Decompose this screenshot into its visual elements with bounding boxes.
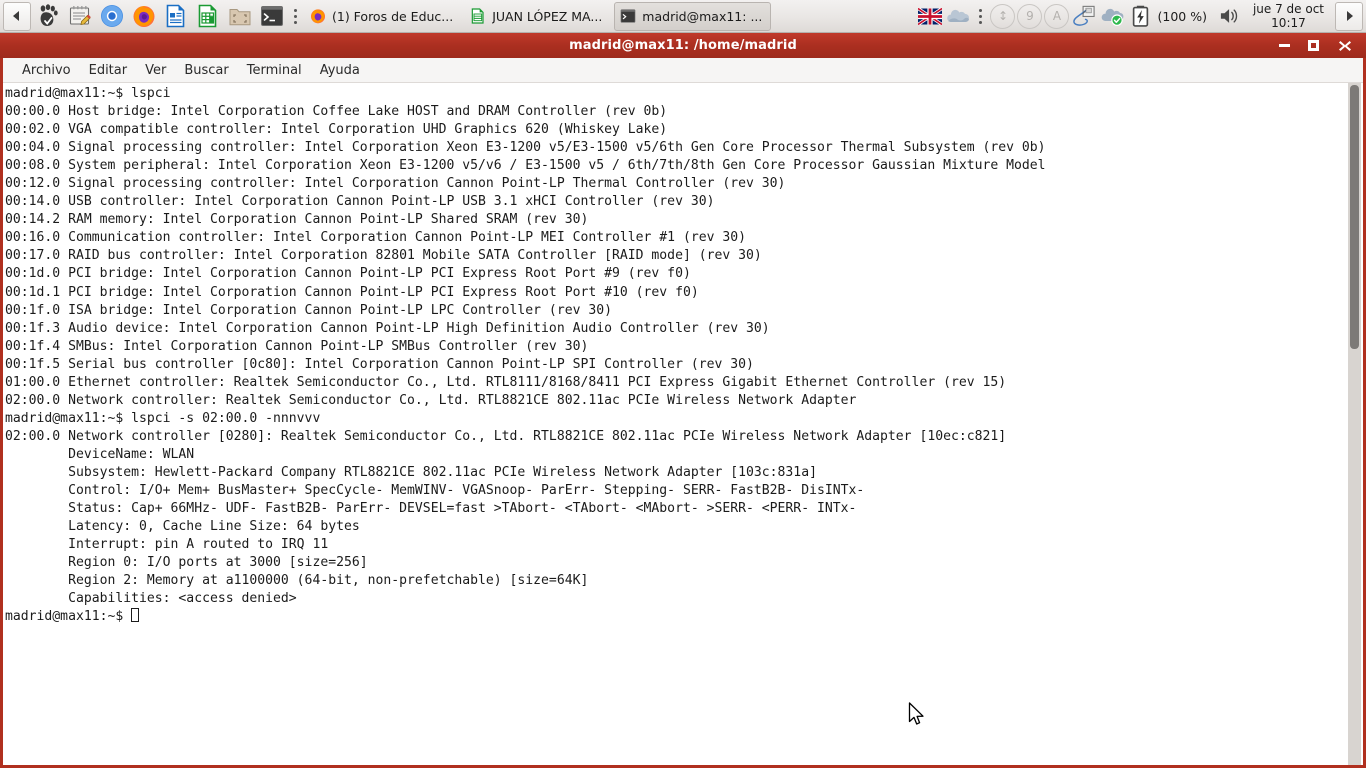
maximize-icon xyxy=(1308,40,1319,51)
terminal-cursor xyxy=(131,608,140,623)
launcher-file-manager[interactable] xyxy=(225,1,255,31)
maximize-button[interactable] xyxy=(1305,37,1322,54)
cloud-ok-icon xyxy=(1102,8,1124,26)
clock-time: 10:17 xyxy=(1271,16,1306,30)
menu-ver[interactable]: Ver xyxy=(136,61,175,80)
minimize-button[interactable] xyxy=(1276,37,1293,54)
close-icon xyxy=(1338,40,1351,51)
firefox-icon xyxy=(133,6,155,27)
flag-uk-icon xyxy=(918,7,943,25)
chromium-icon xyxy=(101,5,123,27)
window-button-firefox-label: (1) Foros de Educ... xyxy=(332,8,454,24)
terminal-icon xyxy=(261,6,283,26)
launcher-chromium[interactable] xyxy=(97,1,127,31)
terminal-icon xyxy=(620,9,636,23)
cloud-icon xyxy=(947,9,970,22)
menubar: Archivo Editar Ver Buscar Terminal Ayuda xyxy=(3,58,1363,83)
window-button-calc[interactable]: JUAN LÓPEZ MA... xyxy=(465,3,610,30)
volume-icon xyxy=(1220,9,1238,23)
launcher-terminal[interactable] xyxy=(257,1,287,31)
titlebar[interactable]: madrid@max11: /home/madrid xyxy=(0,33,1366,58)
menu-buscar[interactable]: Buscar xyxy=(175,61,237,80)
window-title: madrid@max11: /home/madrid xyxy=(569,38,797,53)
scrollbar-thumb[interactable] xyxy=(1350,85,1359,349)
battery-charging-icon xyxy=(1132,5,1149,27)
accessibility-indicator[interactable]: A xyxy=(1044,3,1070,29)
libreoffice-writer-icon xyxy=(166,4,185,28)
network-activity-indicator[interactable]: ↕ xyxy=(990,3,1016,29)
minimize-icon xyxy=(1279,44,1290,47)
show-desktop-button[interactable] xyxy=(3,1,31,31)
menu-editar[interactable]: Editar xyxy=(80,61,137,80)
window-button-calc-label: JUAN LÓPEZ MA... xyxy=(492,8,603,24)
right-arrow-icon xyxy=(1347,11,1353,21)
accessibility-glyph: A xyxy=(1052,9,1062,23)
menu-archivo[interactable]: Archivo xyxy=(13,61,80,80)
close-button[interactable] xyxy=(1336,37,1353,54)
folder-icon xyxy=(229,9,251,26)
launcher-gnome[interactable] xyxy=(33,1,63,31)
menu-terminal[interactable]: Terminal xyxy=(238,61,311,80)
terminal-body[interactable]: madrid@max11:~$ lspci 00:00.0 Host bridg… xyxy=(3,83,1363,765)
terminal-prompt: madrid@max11:~$ xyxy=(5,609,132,625)
window-button-terminal-label: madrid@max11: ... xyxy=(642,8,763,24)
text-editor-icon xyxy=(69,6,91,25)
terminal-scrollback: madrid@max11:~$ lspci 00:00.0 Host bridg… xyxy=(5,86,1046,607)
libreoffice-calc-icon xyxy=(198,4,217,28)
firefox-icon xyxy=(311,9,325,24)
system-tray: ↕ 9 A (100 %) jue 7 de oct 10:17 xyxy=(917,0,1364,33)
libreoffice-calc-icon xyxy=(471,8,484,24)
taskbar-handle[interactable] xyxy=(292,4,299,28)
network-activity-glyph: ↕ xyxy=(997,9,1009,23)
window-button-terminal[interactable]: madrid@max11: ... xyxy=(614,1,772,31)
scrollbar-track[interactable] xyxy=(1348,83,1361,765)
cloud-sync-indicator[interactable] xyxy=(1099,3,1125,29)
keyboard-layout-indicator[interactable] xyxy=(917,3,943,29)
battery-indicator[interactable] xyxy=(1127,3,1153,29)
gnome-foot-icon xyxy=(40,4,58,26)
taskbar: (1) Foros de Educ... JUAN LÓPEZ MA... ma… xyxy=(0,0,1366,33)
clock[interactable]: jue 7 de oct 10:17 xyxy=(1245,2,1332,30)
pen-tablet-icon xyxy=(1073,5,1096,26)
launcher-text-editor[interactable] xyxy=(65,1,95,31)
volume-indicator[interactable] xyxy=(1217,3,1243,29)
tray-expand-button[interactable] xyxy=(1335,1,1363,31)
window-button-firefox[interactable]: (1) Foros de Educ... xyxy=(305,3,461,30)
launcher-libreoffice-calc[interactable] xyxy=(193,1,223,31)
battery-percent-label: (100 %) xyxy=(1157,8,1207,24)
launcher-libreoffice-writer[interactable] xyxy=(161,1,191,31)
terminal-window: madrid@max11: /home/madrid Archivo Edita… xyxy=(0,33,1366,768)
notification-count-indicator[interactable]: 9 xyxy=(1017,3,1043,29)
menu-ayuda[interactable]: Ayuda xyxy=(311,61,369,80)
left-arrow-icon xyxy=(13,11,19,21)
pen-tablet-indicator[interactable] xyxy=(1071,3,1097,29)
clock-date: jue 7 de oct xyxy=(1252,2,1324,16)
terminal-output: madrid@max11:~$ lspci 00:00.0 Host bridg… xyxy=(5,85,1335,626)
notification-count-glyph: 9 xyxy=(1026,9,1034,23)
launcher-firefox[interactable] xyxy=(129,1,159,31)
cloud-storage-icon[interactable] xyxy=(945,3,971,29)
tray-handle[interactable] xyxy=(977,4,984,28)
